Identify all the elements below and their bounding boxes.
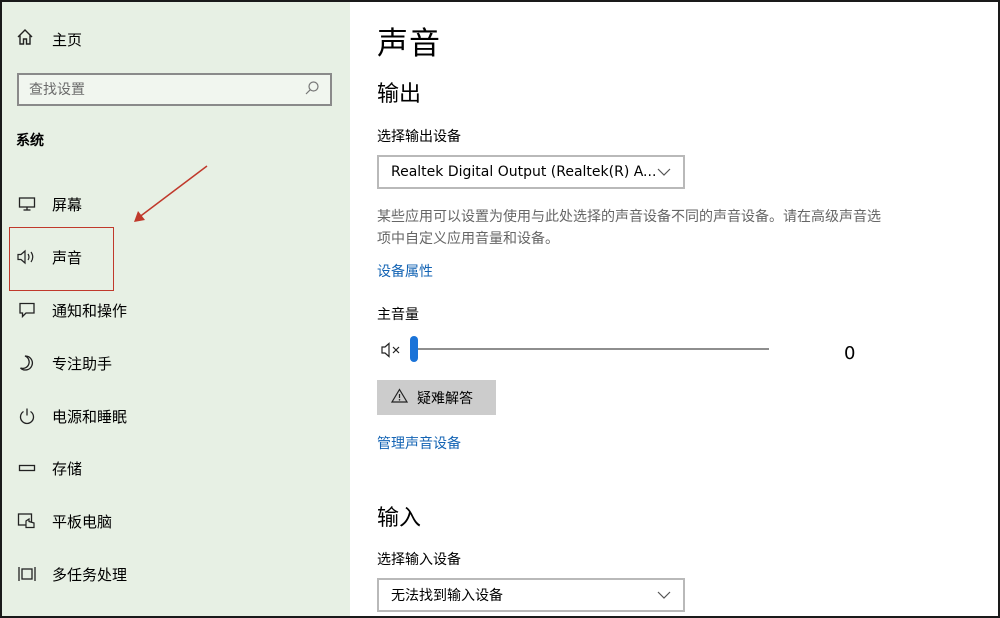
volume-value: 0 — [844, 343, 856, 364]
sidebar-item-multitasking[interactable]: 多任务处理 — [2, 554, 350, 594]
sidebar-item-label: 多任务处理 — [52, 565, 128, 584]
sidebar-item-label: 平板电脑 — [52, 512, 113, 531]
input-select-label: 选择输入设备 — [377, 552, 461, 568]
settings-window: 主页 系统 屏幕 声音 通知和操作 — [0, 0, 1000, 618]
sidebar-item-sound[interactable]: 声音 — [2, 237, 350, 277]
volume-slider-thumb[interactable] — [410, 336, 418, 362]
input-heading: 输入 — [377, 506, 422, 531]
notification-icon — [16, 299, 38, 321]
troubleshoot-label: 疑难解答 — [417, 390, 473, 407]
device-properties-link[interactable]: 设备属性 — [377, 261, 433, 281]
chevron-down-icon — [657, 588, 671, 602]
sidebar-item-label: 电源和睡眠 — [52, 407, 128, 426]
sidebar-item-focus-assist[interactable]: 专注助手 — [2, 343, 350, 383]
home-label: 主页 — [52, 30, 83, 49]
troubleshoot-button[interactable]: 疑难解答 — [377, 380, 496, 415]
output-device-value: Realtek Digital Output (Realtek(R) A... — [391, 164, 657, 180]
sidebar-item-label: 存储 — [52, 459, 83, 478]
sidebar-item-power-sleep[interactable]: 电源和睡眠 — [2, 396, 350, 436]
master-volume-label: 主音量 — [377, 307, 419, 323]
volume-slider-track[interactable] — [414, 348, 769, 350]
sidebar-item-notifications[interactable]: 通知和操作 — [2, 290, 350, 330]
sidebar-item-label: 屏幕 — [52, 195, 83, 214]
search-input[interactable] — [29, 81, 304, 98]
storage-icon — [16, 457, 38, 479]
main-panel: 声音 输出 选择输出设备 Realtek Digital Output (Rea… — [350, 2, 998, 616]
search-icon[interactable] — [304, 80, 320, 100]
output-select-label: 选择输出设备 — [377, 129, 461, 145]
power-icon — [16, 405, 38, 427]
moon-icon — [16, 352, 38, 374]
warning-icon — [390, 388, 409, 407]
home-link[interactable]: 主页 — [16, 26, 82, 52]
output-device-dropdown[interactable]: Realtek Digital Output (Realtek(R) A... — [377, 155, 685, 189]
sidebar-item-tablet[interactable]: 平板电脑 — [2, 501, 350, 541]
sidebar-item-label: 专注助手 — [52, 354, 113, 373]
sidebar: 主页 系统 屏幕 声音 通知和操作 — [2, 2, 350, 616]
speaker-icon — [16, 246, 38, 268]
sidebar-item-display[interactable]: 屏幕 — [2, 184, 350, 224]
page-title: 声音 — [377, 26, 441, 62]
section-label-system: 系统 — [16, 133, 44, 149]
home-icon — [16, 28, 34, 50]
output-heading: 输出 — [377, 82, 422, 107]
muted-speaker-icon[interactable] — [380, 340, 404, 360]
monitor-icon — [16, 193, 38, 215]
sidebar-item-label: 通知和操作 — [52, 301, 128, 320]
chevron-down-icon — [657, 165, 671, 179]
tablet-icon — [16, 510, 38, 532]
sidebar-item-label: 声音 — [52, 248, 83, 267]
manage-sound-devices-link[interactable]: 管理声音设备 — [377, 433, 461, 453]
search-box[interactable] — [17, 73, 332, 106]
input-device-value: 无法找到输入设备 — [391, 588, 503, 604]
input-device-dropdown[interactable]: 无法找到输入设备 — [377, 578, 685, 612]
multitask-icon — [16, 563, 38, 585]
output-description: 某些应用可以设置为使用与此处选择的声音设备不同的声音设备。请在高级声音选项中自定… — [377, 209, 881, 247]
sidebar-item-storage[interactable]: 存储 — [2, 448, 350, 488]
